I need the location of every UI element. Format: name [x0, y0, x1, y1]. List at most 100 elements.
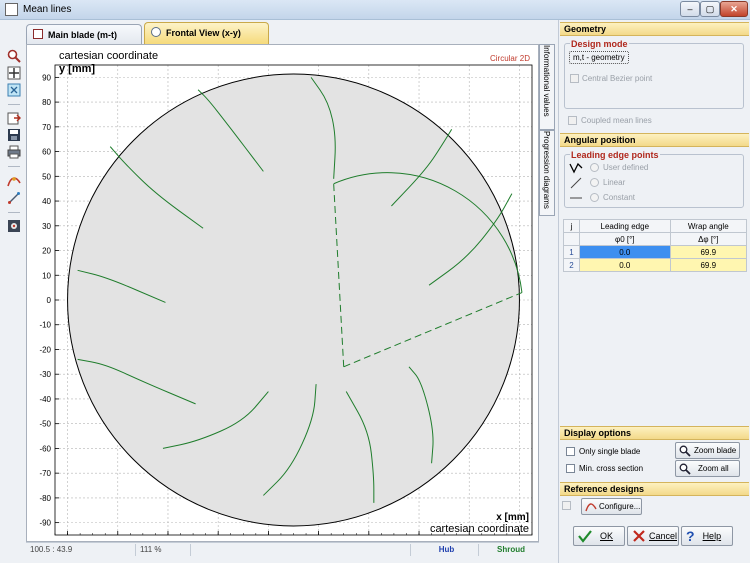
configure-icon [585, 502, 597, 511]
hub-label: Hub [411, 544, 479, 556]
maximize-button[interactable]: ▢ [700, 1, 720, 17]
column-index-header: j [563, 219, 580, 233]
fit-view-icon[interactable] [6, 82, 22, 98]
central-bezier-checkbox[interactable] [570, 74, 579, 83]
table-unit-row: φ0 [°] Δφ [°] [563, 232, 748, 246]
frontal-view-plot[interactable]: 90 80 70 60 50 40 30 20 10 0 -10 -20 -30 -40 -50 -60 -70… [27, 45, 538, 541]
x-tick-label: 10 [314, 540, 323, 541]
x-tick-label: -50 [162, 540, 174, 541]
y-tick-label: -30 [39, 370, 51, 379]
tab-frontal-view-label: Frontal View (x-y) [166, 28, 241, 38]
min-cross-section-checkbox[interactable] [566, 464, 575, 473]
settings-icon[interactable] [6, 218, 22, 234]
table-row[interactable]: 2 0.0 69.9 [563, 258, 748, 272]
display-options-header: Display options [560, 426, 749, 440]
y-tick-label: 40 [42, 197, 51, 206]
wrap-angle-cell[interactable]: 69.9 [669, 245, 748, 259]
option-linear-label: Linear [603, 178, 626, 187]
y-tick-label: 60 [42, 148, 51, 157]
leading-edge-table[interactable]: j Leading edge Wrap angle φ0 [°] Δφ [°] … [563, 219, 748, 272]
zoom-all-button[interactable]: Zoom all [675, 460, 740, 477]
y-tick-label: -40 [39, 395, 51, 404]
mode-badge: Circular 2D [490, 54, 530, 63]
leading-edge-cell[interactable]: 0.0 [579, 245, 671, 259]
only-single-blade-checkbox[interactable] [566, 447, 575, 456]
table-row[interactable]: 1 0.0 69.9 [563, 245, 748, 259]
x-tick-label: 90 [515, 540, 524, 541]
toolbar-separator [8, 166, 20, 167]
status-bar: 100.5 : 43.9 111 % Hub Shroud [26, 542, 539, 556]
print-icon[interactable] [6, 144, 22, 160]
reference-design-checkbox[interactable] [562, 501, 571, 510]
radio-linear[interactable] [590, 178, 599, 187]
option-constant-label: Constant [603, 193, 636, 202]
zoom-all-icon [679, 463, 691, 475]
design-mode-title: Design mode [570, 39, 629, 49]
pan-icon[interactable] [6, 65, 22, 81]
y-tick-label: -80 [39, 494, 51, 503]
option-user-defined-label: User defined [603, 163, 649, 172]
x-tick-label: -90 [62, 540, 74, 541]
measure-icon[interactable] [6, 190, 22, 206]
help-button[interactable]: ? Help [681, 526, 733, 546]
zoom-icon[interactable] [6, 48, 22, 64]
x-tick-label: -30 [212, 540, 224, 541]
cancel-button[interactable]: Cancel [627, 526, 679, 546]
y-axis-ticks: 90 80 70 60 50 40 30 20 10 0 -10 -20 -30 -40 -50 -60 -70… [39, 73, 59, 528]
design-mode-value[interactable]: m,t - geometry [569, 51, 629, 64]
only-single-blade-label: Only single blade [579, 447, 641, 456]
export-icon[interactable] [6, 110, 22, 126]
unit-index-cell [563, 232, 580, 246]
min-cross-section-label: Min. cross section [579, 464, 644, 473]
tab-main-blade[interactable]: Main blade (m-t) [26, 24, 142, 44]
leading-edge-cell[interactable]: 0.0 [579, 258, 671, 272]
x-tick-label: -70 [112, 540, 124, 541]
x-axis-label: x [mm] [496, 512, 529, 523]
tab-informational-values[interactable]: Informational values [539, 44, 555, 130]
curve-edit-icon[interactable] [6, 173, 22, 189]
zoom-blade-button[interactable]: Zoom blade [675, 442, 740, 459]
geometry-header: Geometry [560, 22, 749, 36]
y-tick-label: 50 [42, 172, 51, 181]
save-icon[interactable] [6, 127, 22, 143]
row-index: 2 [563, 258, 580, 272]
y-tick-label: -20 [39, 345, 51, 354]
main-client: Main blade (m-t) Frontal View (x-y) 90 8… [0, 20, 750, 563]
tab-progression-diagrams[interactable]: Progression diagrams [539, 130, 555, 216]
side-vertical-tabs: Informational values Progression diagram… [539, 44, 556, 244]
ok-button[interactable]: OK [573, 526, 625, 546]
y-tick-label: -70 [39, 469, 51, 478]
wrap-angle-cell[interactable]: 69.9 [669, 258, 748, 272]
minimize-button[interactable]: – [680, 1, 700, 17]
tab-frontal-view[interactable]: Frontal View (x-y) [144, 22, 269, 45]
x-tick-label: -10 [263, 540, 275, 541]
title-bar: Mean lines – ▢ ✕ [0, 0, 750, 20]
app-icon [5, 3, 18, 16]
column-leading-edge-header: Leading edge [579, 219, 671, 233]
coupled-mean-lines-checkbox[interactable] [568, 116, 577, 125]
check-icon [578, 530, 592, 543]
configure-label: Configure... [599, 502, 641, 511]
y-tick-label: 0 [47, 296, 52, 305]
radio-user-defined[interactable] [590, 163, 599, 172]
right-panel: Geometry Design mode m,t - geometry Cent… [558, 20, 750, 563]
tab-main-blade-label: Main blade (m-t) [48, 30, 117, 40]
swirl-icon [151, 27, 161, 37]
radio-constant[interactable] [590, 193, 599, 202]
rotor-disc [67, 73, 520, 527]
cancel-label: Cancel [649, 531, 678, 541]
configure-button[interactable]: Configure... [581, 498, 642, 515]
plot-panel[interactable]: 90 80 70 60 50 40 30 20 10 0 -10 -20 -30 -40 -50 -60 -70… [26, 44, 539, 542]
x-tick-label: 50 [415, 540, 424, 541]
tab-progression-diagrams-label: Progression diagrams [542, 131, 551, 209]
coupled-mean-lines-label: Coupled mean lines [581, 116, 652, 125]
close-button[interactable]: ✕ [720, 1, 748, 17]
x-tick-label: 70 [465, 540, 474, 541]
y-tick-label: 10 [42, 271, 51, 280]
x-tick-label: 30 [364, 540, 373, 541]
y-tick-label: -10 [39, 321, 51, 330]
angular-position-header: Angular position [560, 133, 749, 147]
central-bezier-label: Central Bezier point [582, 74, 653, 83]
y-tick-label: 80 [42, 98, 51, 107]
help-icon: ? [686, 528, 695, 544]
